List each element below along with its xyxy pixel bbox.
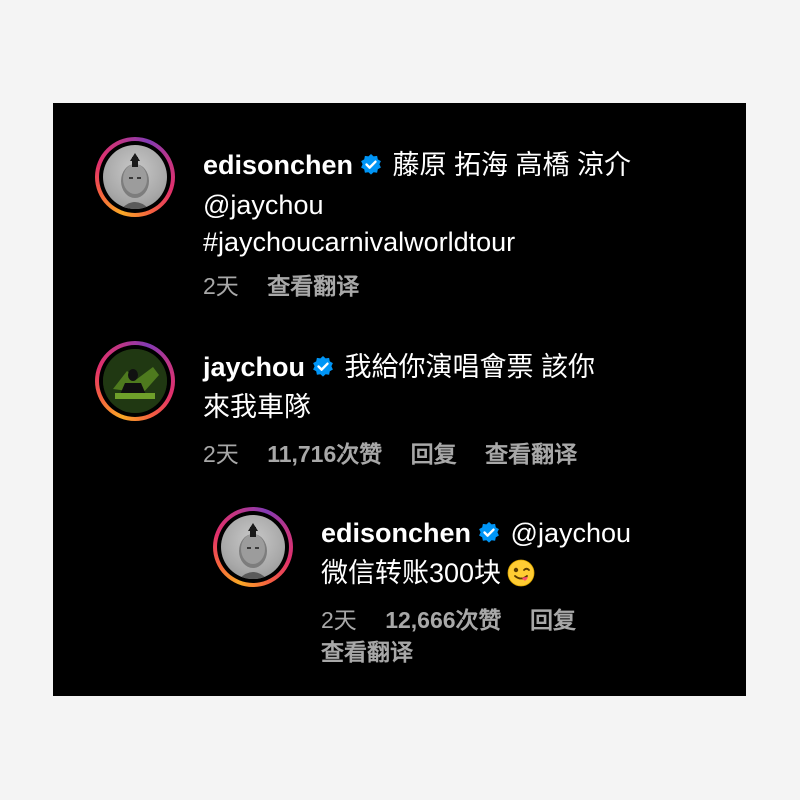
verified-badge-icon bbox=[311, 352, 335, 389]
comment-text-continued: 來我車隊 bbox=[203, 392, 311, 422]
see-translation-button[interactable]: 查看翻译 bbox=[485, 439, 577, 469]
comment-meta-second-line: 查看翻译 bbox=[321, 637, 413, 667]
verified-badge-icon bbox=[477, 518, 501, 555]
reply-button[interactable]: 回复 bbox=[530, 605, 576, 635]
like-count[interactable]: 11,716次赞 bbox=[267, 439, 382, 469]
comment-text: 藤原 拓海 高橋 涼介 bbox=[392, 150, 632, 180]
mention-link[interactable]: @jaychou bbox=[511, 518, 631, 548]
jaychou-avatar-image bbox=[103, 349, 167, 413]
mention-link[interactable]: @jaychou bbox=[203, 187, 723, 224]
comment-text: 我給你演唱會票 該你 bbox=[344, 352, 596, 382]
verified-badge-icon bbox=[359, 150, 383, 187]
comment-meta: 2天 11,716次赞 回复 查看翻译 bbox=[203, 439, 577, 469]
edisonchen-avatar-image bbox=[221, 515, 285, 579]
comment-text: 微信转账300块 bbox=[321, 558, 502, 588]
comments-panel: edisonchen 藤原 拓海 高橋 涼介 @jaychou #jaychou… bbox=[53, 103, 746, 696]
edisonchen-avatar-image bbox=[103, 145, 167, 209]
username[interactable]: edisonchen bbox=[203, 150, 353, 180]
comment-meta: 2天 查看翻译 bbox=[203, 271, 359, 301]
avatar[interactable] bbox=[95, 341, 175, 421]
comment-body: edisonchen @jaychou 微信转账300块 bbox=[321, 515, 731, 592]
see-translation-button[interactable]: 查看翻译 bbox=[321, 637, 413, 667]
see-translation-button[interactable]: 查看翻译 bbox=[267, 271, 359, 301]
avatar[interactable] bbox=[95, 137, 175, 217]
reply-button[interactable]: 回复 bbox=[411, 439, 457, 469]
comment-body: jaychou 我給你演唱會票 該你 來我車隊 bbox=[203, 349, 723, 426]
winking-face-with-tongue-icon bbox=[507, 559, 535, 587]
username[interactable]: jaychou bbox=[203, 352, 305, 382]
like-count[interactable]: 12,666次赞 bbox=[385, 605, 501, 635]
comment-body: edisonchen 藤原 拓海 高橋 涼介 @jaychou #jaychou… bbox=[203, 147, 723, 261]
hashtag-link[interactable]: #jaychoucarnivalworldtour bbox=[203, 224, 723, 261]
timestamp: 2天 bbox=[321, 607, 357, 633]
username[interactable]: edisonchen bbox=[321, 518, 471, 548]
comment-meta: 2天 12,666次赞 回复 bbox=[321, 605, 576, 635]
avatar[interactable] bbox=[213, 507, 293, 587]
timestamp: 2天 bbox=[203, 273, 239, 299]
timestamp: 2天 bbox=[203, 441, 239, 467]
